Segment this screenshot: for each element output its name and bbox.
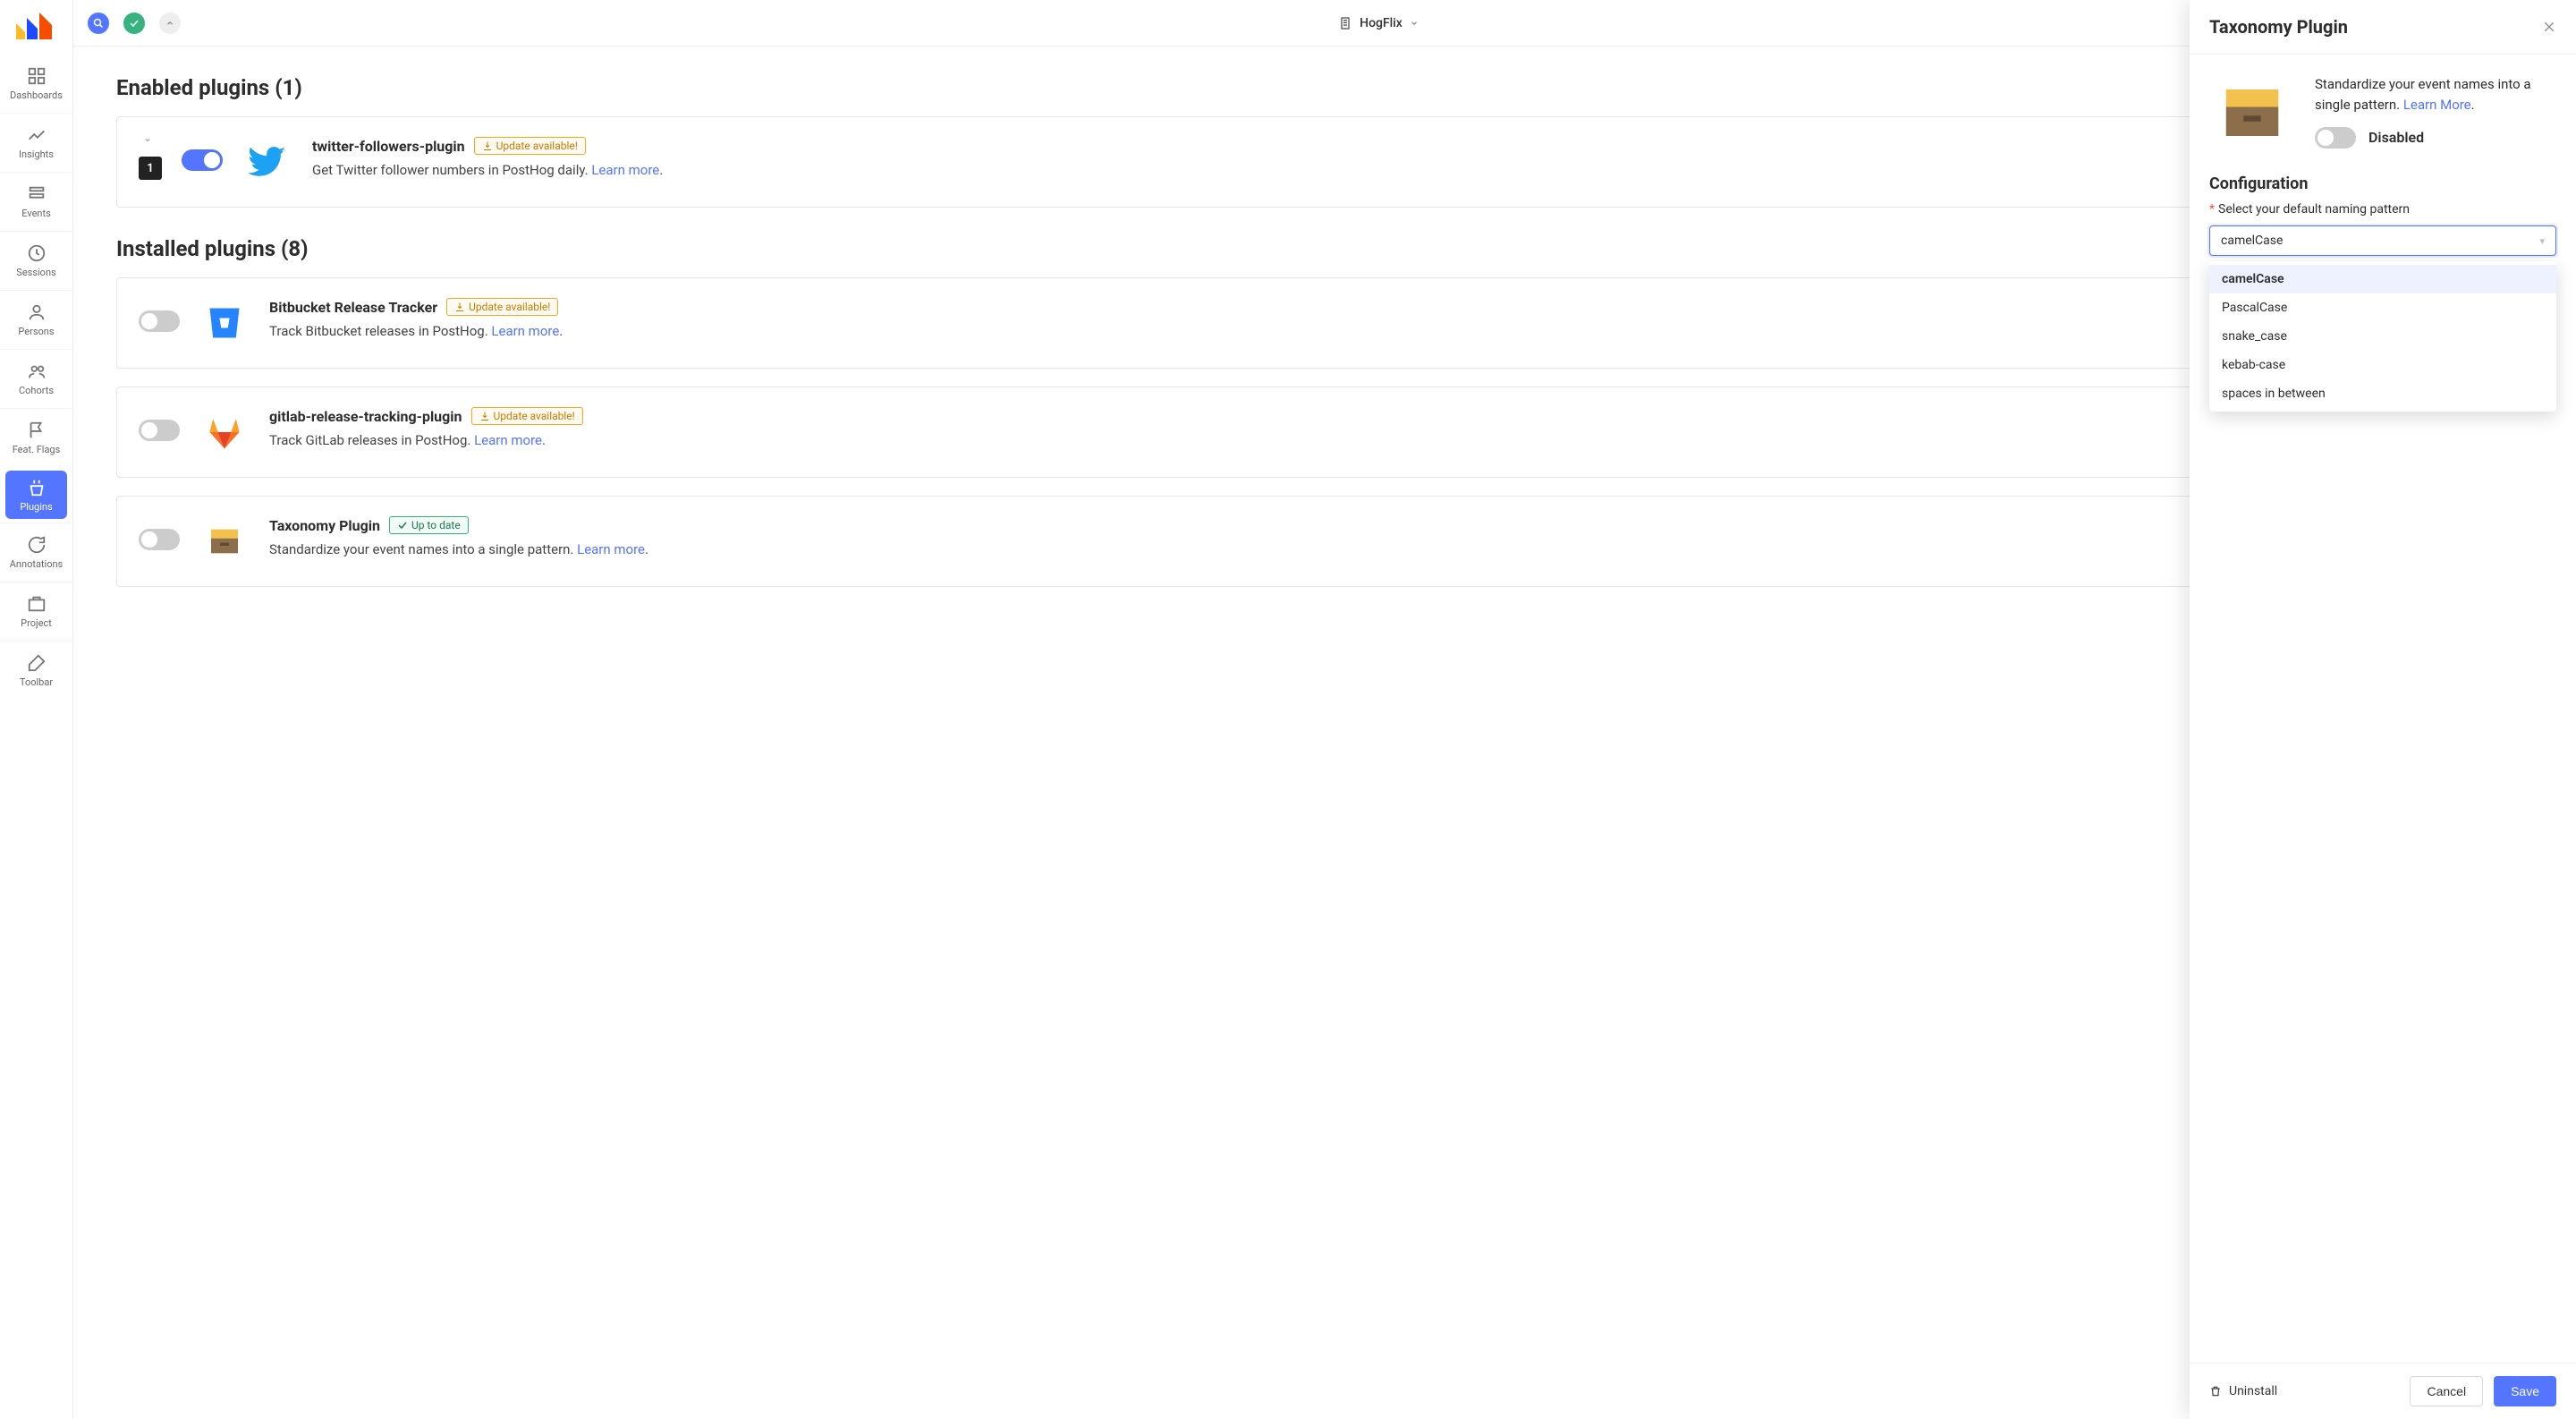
close-button[interactable]	[2542, 20, 2556, 34]
bitbucket-icon	[199, 298, 250, 348]
dropdown-option-camelcase[interactable]: camelCase	[2209, 265, 2556, 293]
nav-label: Project	[21, 617, 52, 629]
plugin-enable-toggle[interactable]	[139, 529, 180, 550]
download-icon	[479, 411, 490, 421]
plugin-description: Track GitLab releases in PostHog.	[269, 432, 474, 448]
search-button[interactable]	[88, 13, 109, 34]
close-icon	[2542, 20, 2556, 34]
plugin-config-panel: Taxonomy Plugin Standardize your event n…	[2190, 0, 2576, 1419]
plugin-name: twitter-followers-plugin	[312, 138, 465, 155]
plugin-enable-toggle[interactable]	[139, 310, 180, 332]
nav-label: Toolbar	[20, 676, 53, 688]
nav-item-project[interactable]: Project	[0, 582, 72, 641]
nav-item-persons[interactable]: Persons	[0, 290, 72, 349]
select-value: camelCase	[2221, 234, 2283, 248]
naming-pattern-select[interactable]: camelCase ▾	[2209, 225, 2556, 256]
nav-item-sessions[interactable]: Sessions	[0, 231, 72, 290]
update-available-badge: Update available!	[446, 298, 558, 316]
plugin-name: Bitbucket Release Tracker	[269, 299, 437, 316]
panel-status: Disabled	[2368, 127, 2424, 149]
plugin-name: gitlab-release-tracking-plugin	[269, 408, 462, 425]
naming-pattern-dropdown: camelCase PascalCase snake_case kebab-ca…	[2209, 261, 2556, 412]
chevron-down-icon[interactable]: ⌄	[143, 132, 157, 144]
gitlab-icon	[199, 407, 250, 457]
plugin-enable-toggle[interactable]	[139, 420, 180, 441]
nav-label: Annotations	[10, 558, 63, 570]
collapse-button[interactable]	[159, 13, 181, 34]
nav-item-cohorts[interactable]: Cohorts	[0, 349, 72, 408]
check-icon	[397, 520, 408, 531]
project-title: HogFlix	[1360, 16, 1402, 30]
learn-more-link[interactable]: Learn more	[577, 541, 645, 557]
archive-icon	[199, 516, 250, 566]
learn-more-link[interactable]: Learn more	[491, 323, 559, 339]
plugin-description: Standardize your event names into a sing…	[269, 541, 577, 557]
dropdown-option-snakecase[interactable]: snake_case	[2209, 322, 2556, 351]
status-ok-button[interactable]	[123, 13, 145, 34]
configuration-heading: Configuration	[2209, 174, 2556, 193]
learn-more-link[interactable]: Learn more	[591, 162, 659, 178]
dropdown-option-kebabcase[interactable]: kebab-case	[2209, 351, 2556, 379]
chevron-down-icon	[1410, 19, 1419, 28]
nav-item-annotations[interactable]: Annotations	[0, 523, 72, 582]
nav-item-events[interactable]: Events	[0, 172, 72, 231]
nav-label: Dashboards	[10, 89, 63, 101]
nav-item-feature-flags[interactable]: Feat. Flags	[0, 408, 72, 467]
plugin-card-taxonomy: Taxonomy Plugin Up to date Standardize y…	[116, 496, 2533, 587]
up-to-date-badge: Up to date	[389, 516, 469, 534]
twitter-icon	[242, 137, 292, 187]
nav-item-plugins[interactable]: Plugins	[5, 471, 67, 519]
nav-label: Feat. Flags	[13, 444, 61, 455]
uninstall-button[interactable]: Uninstall	[2209, 1384, 2277, 1398]
dropdown-option-spaces[interactable]: spaces in between	[2209, 379, 2556, 408]
trash-icon	[2209, 1385, 2222, 1398]
left-nav-rail: Dashboards Insights Events Sessions Pers…	[0, 0, 73, 1419]
plugin-enable-toggle[interactable]	[182, 149, 223, 171]
chevron-down-icon: ▾	[2539, 235, 2545, 247]
dropdown-option-pascalcase[interactable]: PascalCase	[2209, 293, 2556, 322]
enabled-plugins-heading: Enabled plugins (1)	[116, 75, 2533, 100]
panel-title: Taxonomy Plugin	[2209, 16, 2348, 38]
nav-label: Persons	[18, 326, 54, 337]
plugin-description: Track Bitbucket releases in PostHog.	[269, 323, 491, 339]
nav-item-toolbar[interactable]: Toolbar	[0, 641, 72, 700]
nav-label: Plugins	[20, 501, 52, 513]
nav-label: Insights	[19, 149, 54, 160]
building-icon	[1338, 16, 1352, 30]
nav-label: Cohorts	[19, 385, 54, 396]
save-button[interactable]: Save	[2494, 1376, 2556, 1406]
installed-plugins-heading: Installed plugins (8)	[116, 236, 2533, 261]
update-available-badge: Update available!	[471, 407, 583, 425]
plugin-name: Taxonomy Plugin	[269, 517, 380, 534]
download-icon	[454, 302, 465, 312]
panel-enable-toggle[interactable]	[2315, 127, 2356, 149]
plugin-card-twitter: ⌄ 1 twitter-followers-plugin Update avai…	[116, 116, 2533, 208]
archive-icon	[2209, 74, 2295, 151]
nav-item-insights[interactable]: Insights	[0, 113, 72, 172]
nav-label: Sessions	[16, 267, 55, 278]
nav-item-dashboards[interactable]: Dashboards	[0, 54, 72, 113]
nav-label: Events	[21, 208, 51, 219]
plugin-description: Get Twitter follower numbers in PostHog …	[312, 162, 591, 178]
plugin-order-badge: 1	[139, 157, 162, 180]
plugin-card-gitlab: gitlab-release-tracking-plugin Update av…	[116, 387, 2533, 478]
app-logo	[10, 9, 64, 43]
learn-more-link[interactable]: Learn More	[2403, 97, 2471, 113]
cancel-button[interactable]: Cancel	[2410, 1376, 2483, 1406]
update-available-badge: Update available!	[474, 137, 586, 155]
naming-pattern-label: *Select your default naming pattern	[2209, 202, 2556, 217]
plugin-card-bitbucket: Bitbucket Release Tracker Update availab…	[116, 277, 2533, 369]
learn-more-link[interactable]: Learn more	[474, 432, 542, 448]
download-icon	[482, 140, 493, 151]
